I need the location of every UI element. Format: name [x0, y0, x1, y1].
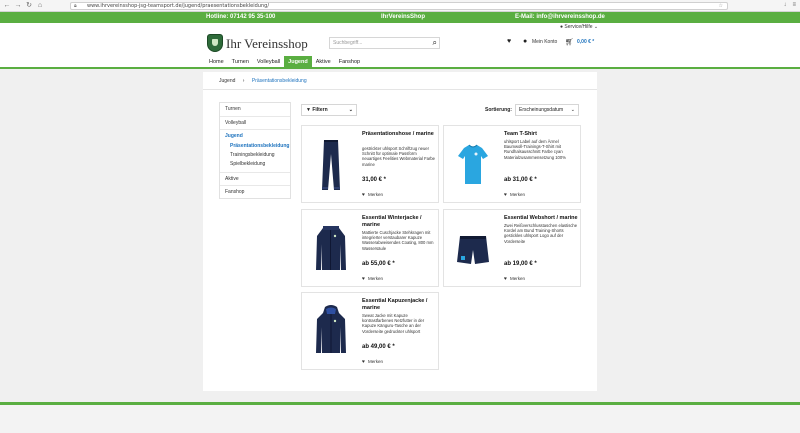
- filter-button[interactable]: ▼ Filtern ⌄: [301, 104, 357, 116]
- product-description: Sweat Jacke mit Kapuze kontrastfarbenes …: [362, 313, 425, 334]
- info-icon: ●: [560, 24, 564, 30]
- product-description: Zwei Reißverschlusstaschen elastische Ko…: [504, 223, 578, 244]
- wishlist-button[interactable]: ♥ Merken: [362, 359, 383, 365]
- product-name[interactable]: Essential Winterjacke / marine: [362, 215, 436, 229]
- product-description: gestrickter uhlsport Schriftzug neuer Sc…: [362, 146, 436, 167]
- back-icon[interactable]: ←: [3, 2, 11, 10]
- breadcrumb-current[interactable]: Präsentationsbekleidung: [252, 78, 307, 84]
- product-image-trousers[interactable]: [310, 134, 352, 194]
- wishlist-button[interactable]: ♥ Merken: [362, 192, 383, 198]
- breadcrumb-divider: [203, 89, 597, 90]
- wishlist-button[interactable]: ♥ Merken: [362, 276, 383, 282]
- wishlist-label: Merken: [367, 192, 383, 197]
- service-help-link[interactable]: ● Service/Hilfe ⌄: [560, 24, 598, 30]
- heart-icon: ♥: [362, 192, 365, 198]
- wishlist-button[interactable]: ♥ Merken: [504, 192, 525, 198]
- sidebar-subitem-praesentation[interactable]: Präsentationsbekleidung: [220, 142, 290, 151]
- home-icon[interactable]: ⌂: [36, 2, 44, 10]
- search-icon[interactable]: ⌕: [433, 38, 437, 48]
- chevron-down-icon: ⌄: [570, 107, 575, 113]
- heart-icon: ♥: [504, 192, 507, 198]
- hotline-text: Hotline: 07142 95 35-100: [206, 14, 276, 20]
- top-info-bar: Hotline: 07142 95 35-100 IhrVereinsShop …: [0, 12, 800, 23]
- wishlist-label: Merken: [367, 276, 383, 281]
- filter-label: Filtern: [312, 107, 328, 113]
- product-card[interactable]: Essential Kapuzenjacke / marine Sweat Ja…: [301, 292, 439, 370]
- sidebar-item-aktive[interactable]: Aktive: [220, 172, 290, 185]
- wishlist-label: Merken: [509, 192, 525, 197]
- sidebar-subitem-spiel[interactable]: Spielbekleidung: [220, 160, 290, 169]
- sort-select[interactable]: Erscheinungsdatum ⌄: [515, 104, 579, 116]
- wishlist-heart-icon[interactable]: ♥: [507, 38, 511, 45]
- shop-name-text: IhrVereinsShop: [381, 14, 426, 20]
- search-input[interactable]: Suchbegriff... ⌕: [329, 37, 440, 49]
- bookmark-star-icon[interactable]: ☆: [719, 3, 723, 10]
- product-card[interactable]: Team T-Shirt uhlsport Label auf dem Ärme…: [443, 125, 581, 203]
- sidebar-item-volleyball[interactable]: Volleyball: [220, 116, 290, 129]
- product-name[interactable]: Team T-Shirt: [504, 131, 578, 138]
- category-sidebar: Turnen Volleyball Jugend Präsentationsbe…: [219, 102, 291, 199]
- download-icon[interactable]: ↓: [783, 2, 786, 8]
- service-help-label: Service/Hilfe: [564, 24, 593, 30]
- heart-icon: ♥: [362, 359, 365, 365]
- chevron-down-icon: ⌄: [348, 107, 353, 113]
- breadcrumb-parent[interactable]: Jugend: [219, 78, 235, 84]
- menu-icon[interactable]: ≡: [792, 2, 796, 8]
- site-header: ● Service/Hilfe ⌄ Ihr Vereinsshop Suchbe…: [0, 23, 800, 68]
- account-link[interactable]: Mein Konto: [532, 39, 557, 45]
- sidebar-item-fanshop[interactable]: Fanshop: [220, 185, 290, 198]
- wishlist-label: Merken: [367, 359, 383, 364]
- product-image-shorts[interactable]: [452, 218, 494, 278]
- wishlist-button[interactable]: ♥ Merken: [504, 276, 525, 282]
- product-name[interactable]: Präsentationshose / marine: [362, 131, 436, 138]
- forward-icon[interactable]: →: [14, 2, 22, 10]
- sidebar-item-turnen[interactable]: Turnen: [220, 103, 290, 116]
- product-card[interactable]: Essential Webshort / marine Zwei Reißver…: [443, 209, 581, 287]
- product-price: ab 31,00 € *: [504, 177, 537, 183]
- logo-shield-icon[interactable]: [207, 34, 223, 52]
- browser-toolbar: ← → ↻ ⌂ 🔒︎ www.ihrvereinsshop-jsg-teamsp…: [0, 0, 800, 12]
- nav-divider: [0, 67, 800, 69]
- product-image-winterjacket[interactable]: [310, 218, 352, 278]
- wishlist-label: Merken: [509, 276, 525, 281]
- content-card: Jugend › Präsentationsbekleidung Turnen …: [203, 72, 597, 391]
- breadcrumb: Jugend › Präsentationsbekleidung: [219, 78, 307, 84]
- product-image-hoodedjacket[interactable]: [310, 301, 352, 361]
- sort-label: Sortierung:: [485, 107, 512, 113]
- email-text[interactable]: E-Mail: info@ihrvereinsshop.de: [515, 14, 605, 20]
- url-bar[interactable]: 🔒︎ www.ihrvereinsshop-jsg-teamsport.de/j…: [70, 2, 728, 10]
- sidebar-item-jugend[interactable]: Jugend: [220, 129, 290, 142]
- product-description: uhlsport Label auf dem Ärmel Baumwoll-Tr…: [504, 139, 566, 160]
- account-icon[interactable]: ●: [523, 38, 527, 45]
- cart-icon[interactable]: 🛒︎: [565, 38, 574, 46]
- product-description: Mattierte Cuschjacke Stehkragen mit inte…: [362, 230, 434, 251]
- sidebar-subitem-training[interactable]: Trainingsbekleidung: [220, 151, 290, 160]
- product-price: ab 19,00 € *: [504, 261, 537, 267]
- filter-icon: ▼: [306, 107, 311, 113]
- logo-text[interactable]: Ihr Vereinsshop: [226, 36, 308, 52]
- product-image-tshirt[interactable]: [452, 134, 494, 194]
- product-price: ab 55,00 € *: [362, 261, 395, 267]
- site-footer: [0, 405, 800, 433]
- heart-icon: ♥: [362, 276, 365, 282]
- product-price: 31,00 € *: [362, 177, 387, 183]
- product-name[interactable]: Essential Webshort / marine: [504, 215, 578, 222]
- search-placeholder: Suchbegriff...: [333, 40, 363, 46]
- product-card[interactable]: Essential Winterjacke / marine Mattierte…: [301, 209, 439, 287]
- breadcrumb-chevron-icon: ›: [242, 78, 245, 84]
- product-card[interactable]: Präsentationshose / marine gestrickter u…: [301, 125, 439, 203]
- lock-icon: 🔒︎: [74, 3, 77, 9]
- cart-total[interactable]: 0,00 € *: [577, 39, 594, 45]
- heart-icon: ♥: [504, 276, 507, 282]
- chevron-down-icon: ⌄: [593, 24, 599, 30]
- url-text: www.ihrvereinsshop-jsg-teamsport.de/juge…: [87, 3, 269, 9]
- sort-value: Erscheinungsdatum: [519, 107, 564, 113]
- product-price: ab 49,00 € *: [362, 344, 395, 350]
- product-name[interactable]: Essential Kapuzenjacke / marine: [362, 298, 436, 312]
- reload-icon[interactable]: ↻: [25, 2, 33, 10]
